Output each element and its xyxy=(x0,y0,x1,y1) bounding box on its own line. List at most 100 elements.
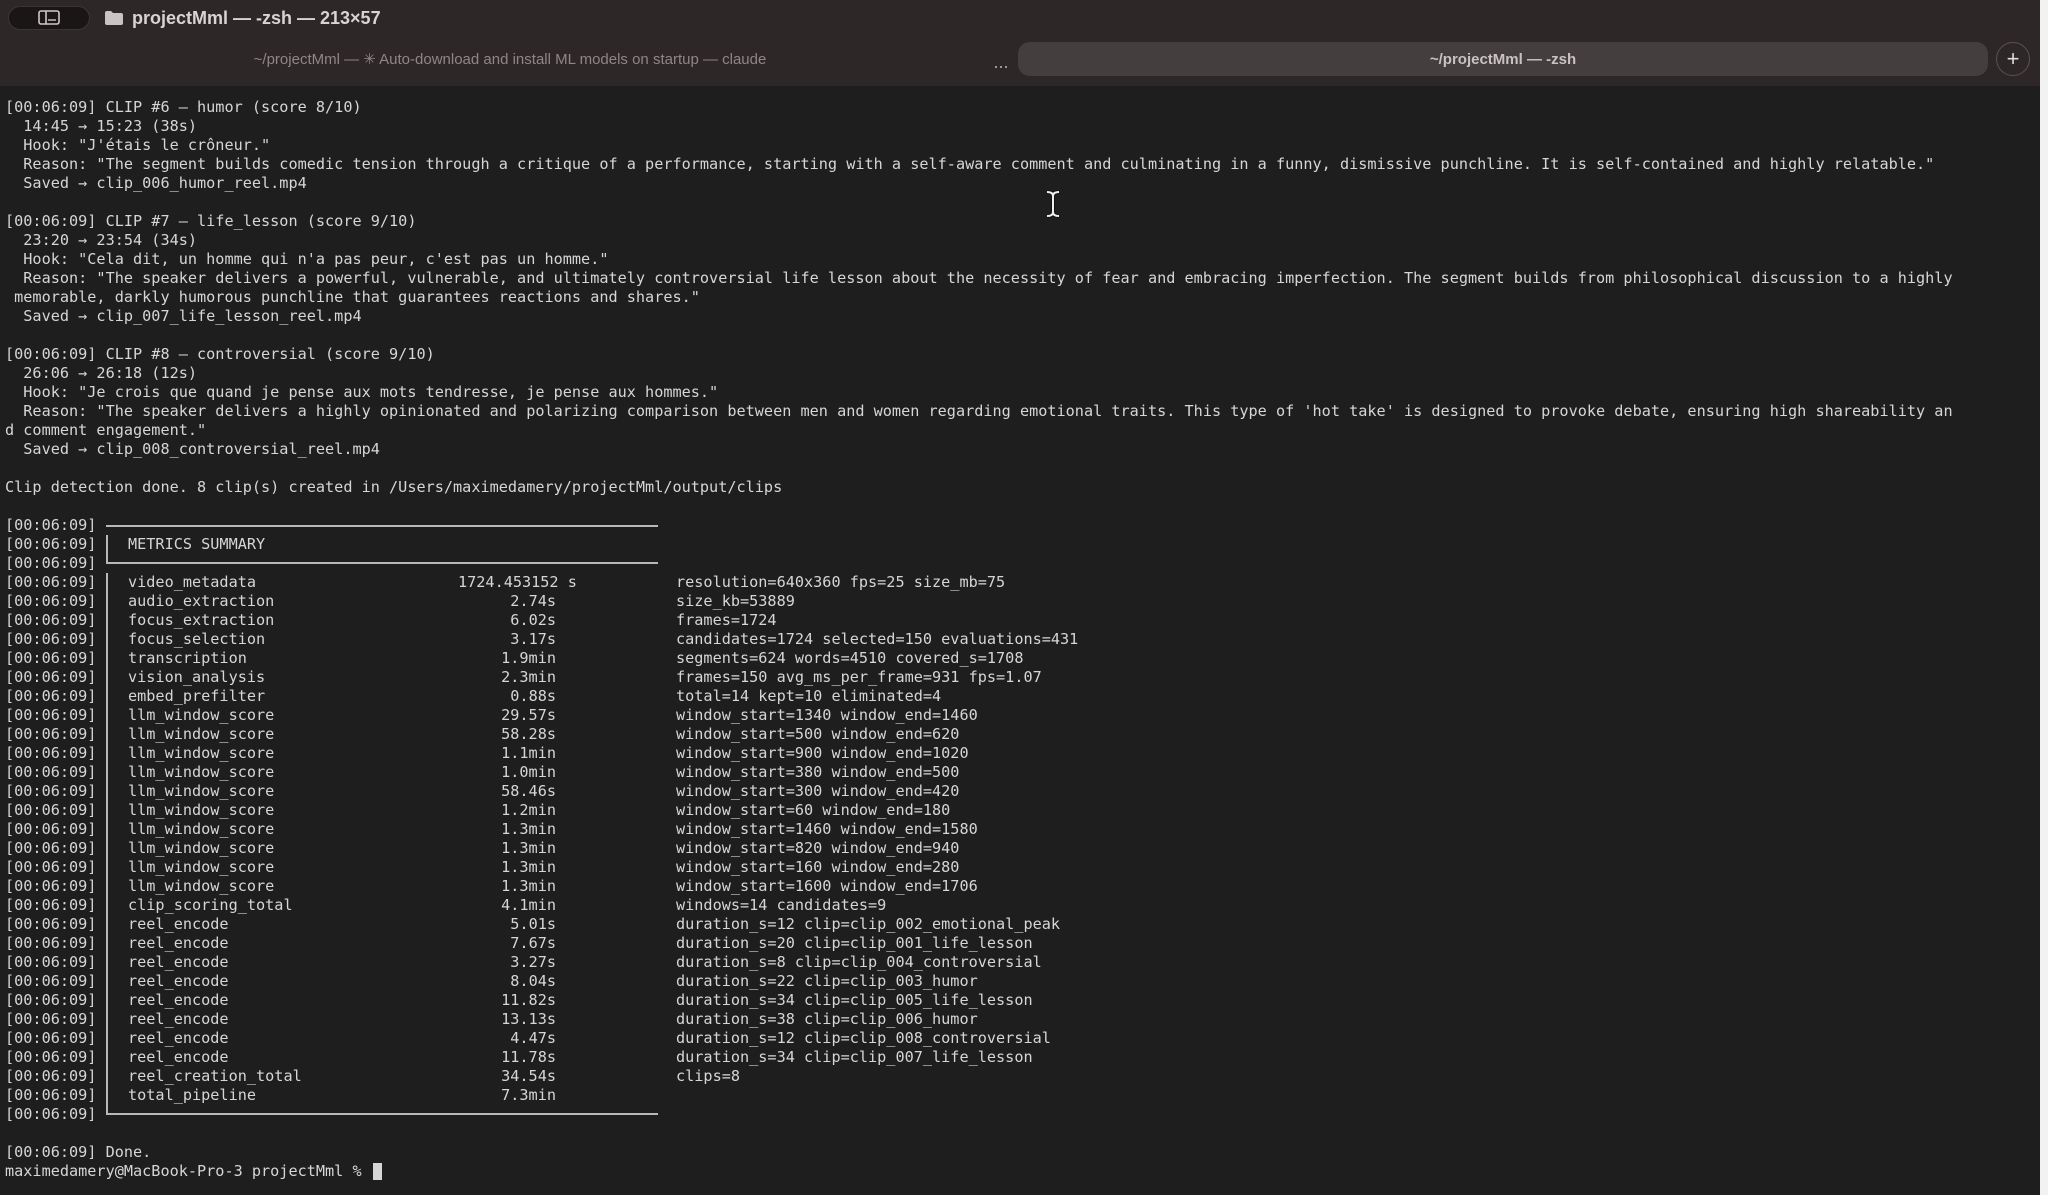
metric-time: 2.74s xyxy=(510,592,556,610)
new-tab-button[interactable]: + xyxy=(1996,42,2030,76)
tab-zsh[interactable]: ~/projectMml — -zsh xyxy=(1018,42,1988,76)
metric-detail: window_start=500 window_end=620 xyxy=(676,725,960,743)
log-timestamp: [00:06:09] xyxy=(5,991,97,1009)
clip-reason: Reason: "The speaker delivers a highly o… xyxy=(5,402,1953,420)
metric-name: focus_extraction xyxy=(128,611,275,629)
metric-time: 1.0min xyxy=(501,763,556,781)
metric-time: 3.27s xyxy=(510,953,556,971)
log-timestamp: [00:06:09] xyxy=(5,573,97,591)
metric-detail: duration_s=20 clip=clip_001_life_lesson xyxy=(676,934,1033,952)
box-row: total_pipeline 7.3min xyxy=(106,1086,658,1105)
tab-overflow-button[interactable]: ... xyxy=(990,52,1012,72)
box-row: llm_window_score 58.46s xyxy=(106,782,658,801)
metric-time: 1.9min xyxy=(501,649,556,667)
summary-box-divider: [00:06:09] xyxy=(5,554,2040,573)
log-timestamp: [00:06:09] xyxy=(5,896,97,914)
metric-time: 1.3min xyxy=(501,839,556,857)
done-line: [00:06:09] Done. xyxy=(5,1143,152,1161)
box-row: reel_encode 5.01s xyxy=(106,915,658,934)
metric-time: 11.78s xyxy=(501,1048,556,1066)
metric-time: 1.2min xyxy=(501,801,556,819)
metric-row: [00:06:09] llm_window_score 58.46s window_s… xyxy=(5,782,2040,801)
detection-done-line: Clip detection done. 8 clip(s) created i… xyxy=(5,478,783,496)
clip-hook: Hook: "Je crois que quand je pense aux m… xyxy=(5,383,719,401)
metric-detail: window_start=1600 window_end=1706 xyxy=(676,877,978,895)
box-row: transcription 1.9min xyxy=(106,649,658,668)
metric-name: llm_window_score xyxy=(128,877,275,895)
metric-name: embed_prefilter xyxy=(128,687,266,705)
metric-row: [00:06:09] reel_encode 5.01s duration_s=12 … xyxy=(5,915,2040,934)
metric-detail: total=14 kept=10 eliminated=4 xyxy=(676,687,942,705)
metric-time: 1.3min xyxy=(501,820,556,838)
metric-detail: duration_s=38 clip=clip_006_humor xyxy=(676,1010,978,1028)
box-border xyxy=(106,525,658,535)
log-timestamp: [00:06:09] xyxy=(5,1067,97,1085)
box-row: llm_window_score 1.3min xyxy=(106,839,658,858)
metric-name: llm_window_score xyxy=(128,763,275,781)
metric-name: llm_window_score xyxy=(128,801,275,819)
metric-row: [00:06:09] video_metadata 1724.453152 s res… xyxy=(5,573,2040,592)
metric-row: [00:06:09] llm_window_score 1.3min window_s… xyxy=(5,839,2040,858)
box-row: audio_extraction 2.74s xyxy=(106,592,658,611)
log-timestamp: [00:06:09] xyxy=(5,592,97,610)
box-row: llm_window_score 29.57s xyxy=(106,706,658,725)
box-row: embed_prefilter 0.88s xyxy=(106,687,658,706)
clip-range: 26:06 → 26:18 (12s) xyxy=(5,364,198,382)
metric-row: [00:06:09] audio_extraction 2.74s size_kb=5… xyxy=(5,592,2040,611)
log-timestamp: [00:06:09] xyxy=(5,535,97,553)
metric-detail: clips=8 xyxy=(676,1067,741,1085)
metric-name: total_pipeline xyxy=(128,1086,257,1104)
metric-detail: window_start=60 window_end=180 xyxy=(676,801,951,819)
sidebar-icon xyxy=(38,10,60,25)
metric-time: 1.1min xyxy=(501,744,556,762)
window-title-text: projectMml — -zsh — 213×57 xyxy=(132,7,381,28)
clip-reason: Reason: "The segment builds comedic tens… xyxy=(5,155,1935,173)
metric-detail: segments=624 words=4510 covered_s=1708 xyxy=(676,649,1024,667)
metric-time: 0.88s xyxy=(510,687,556,705)
clip-reason-cont: d comment engagement." xyxy=(5,421,207,439)
metric-name: reel_encode xyxy=(128,1048,229,1066)
clip-header: [00:06:09] CLIP #6 — humor (score 8/10) xyxy=(5,98,362,116)
metric-row: [00:06:09] llm_window_score 1.0min window_s… xyxy=(5,763,2040,782)
metric-row: [00:06:09] focus_extraction 6.02s frames=17… xyxy=(5,611,2040,630)
plus-icon: + xyxy=(2006,46,2020,71)
metric-detail: window_start=820 window_end=940 xyxy=(676,839,960,857)
metric-detail: duration_s=22 clip=clip_003_humor xyxy=(676,972,978,990)
metric-name: video_metadata xyxy=(128,573,257,591)
metric-name: llm_window_score xyxy=(128,725,275,743)
metric-name: clip_scoring_total xyxy=(128,896,293,914)
box-border xyxy=(106,1105,658,1115)
log-timestamp: [00:06:09] xyxy=(5,744,97,762)
log-timestamp: [00:06:09] xyxy=(5,554,97,572)
metric-name: reel_encode xyxy=(128,915,229,933)
metric-row: [00:06:09] reel_encode 8.04s duration_s=22 … xyxy=(5,972,2040,991)
metric-row: [00:06:09] reel_creation_total 34.54s clips… xyxy=(5,1067,2040,1086)
metric-detail: duration_s=12 clip=clip_002_emotional_pe… xyxy=(676,915,1061,933)
sidebar-toggle-button[interactable] xyxy=(8,6,90,30)
metric-row: [00:06:09] reel_encode 13.13s duration_s=38… xyxy=(5,1010,2040,1029)
metric-name: reel_creation_total xyxy=(128,1067,302,1085)
log-timestamp: [00:06:09] xyxy=(5,972,97,990)
tab-claude[interactable]: ~/projectMml — ✳ Auto-download and insta… xyxy=(6,42,1014,76)
metric-row: [00:06:09] transcription 1.9min segments=62… xyxy=(5,649,2040,668)
metric-name: reel_encode xyxy=(128,934,229,952)
metric-time: 13.13s xyxy=(501,1010,556,1028)
metric-detail: windows=14 candidates=9 xyxy=(676,896,887,914)
log-timestamp: [00:06:09] xyxy=(5,839,97,857)
metric-detail: duration_s=34 clip=clip_005_life_lesson xyxy=(676,991,1033,1009)
clip-hook: Hook: "Cela dit, un homme qui n'a pas pe… xyxy=(5,250,609,268)
metric-detail: resolution=640x360 fps=25 size_mb=75 xyxy=(676,573,1006,591)
box-row: reel_creation_total 34.54s xyxy=(106,1067,658,1086)
metric-name: llm_window_score xyxy=(128,706,275,724)
shell-prompt[interactable]: maximedamery@MacBook-Pro-3 projectMml % xyxy=(5,1162,2040,1181)
metric-row: [00:06:09] llm_window_score 1.3min window_s… xyxy=(5,858,2040,877)
metric-time: 34.54s xyxy=(501,1067,556,1085)
terminal-output[interactable]: [00:06:09] CLIP #6 — humor (score 8/10) … xyxy=(0,86,2040,1190)
metric-time: 7.3min xyxy=(501,1086,556,1104)
metric-row: [00:06:09] reel_encode 4.47s duration_s=12 … xyxy=(5,1029,2040,1048)
clip-saved: Saved → clip_008_controversial_reel.mp4 xyxy=(5,440,380,458)
metric-time: 2.3min xyxy=(501,668,556,686)
log-timestamp: [00:06:09] xyxy=(5,649,97,667)
box-row: llm_window_score 1.3min xyxy=(106,877,658,896)
